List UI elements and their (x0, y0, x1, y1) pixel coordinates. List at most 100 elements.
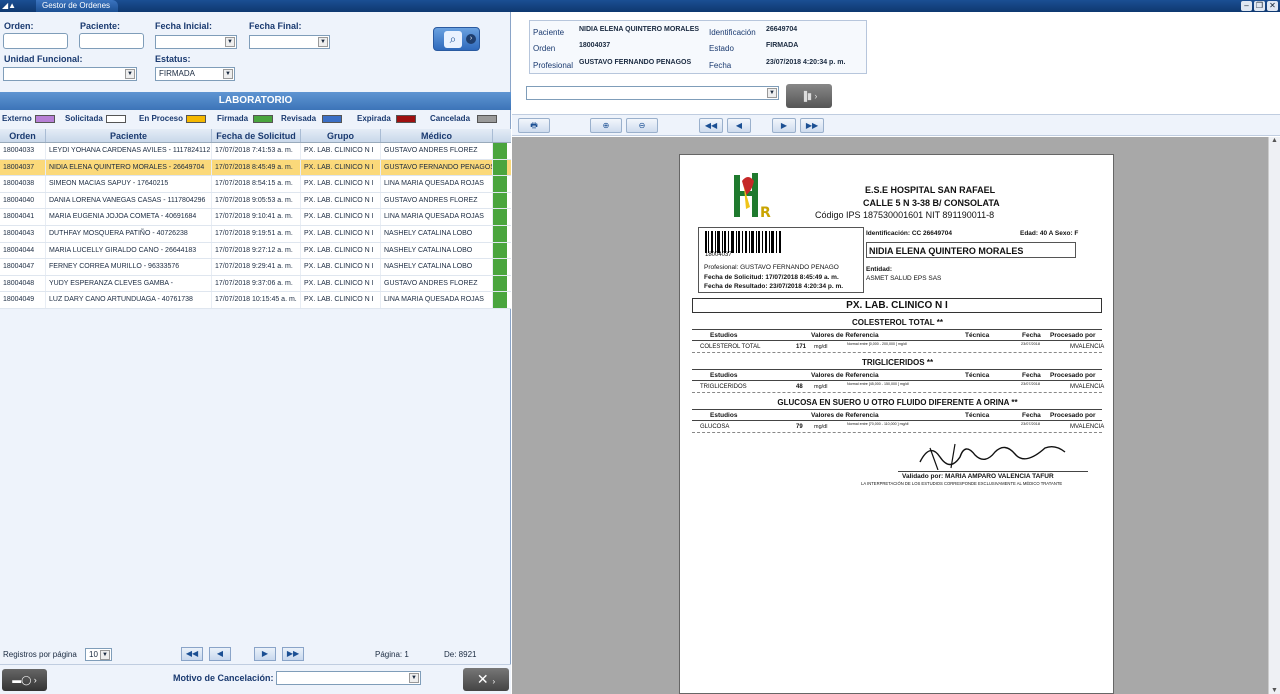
study-date: 23/07/2018 (1021, 422, 1041, 426)
last-page-button[interactable]: ▶▶ (282, 647, 304, 661)
report-patient-box: NIDIA ELENA QUINTERO MORALES (866, 242, 1076, 258)
restore-icon[interactable]: ❐ (1254, 1, 1265, 11)
status-indicator (493, 225, 507, 242)
dropdown-arrow-icon[interactable]: ▼ (767, 88, 777, 98)
status-indicator (493, 242, 507, 259)
legend-label: Firmada (217, 114, 249, 123)
study-value: 79 (796, 424, 803, 430)
col-fecha: Fecha (1022, 332, 1041, 339)
col-fecha: Fecha (1022, 372, 1041, 379)
status-legend: Externo Solicitada En Proceso Firmada Revisa… (0, 113, 511, 127)
section-divider (692, 420, 1102, 421)
search-icon: ⌕ (444, 31, 462, 48)
table-row[interactable]: 18004043 DUTHFAY MOSQUERA PATIÑO - 407262… (0, 225, 511, 243)
table-row[interactable]: 18004041 MARIA EUGENIA JOJOA COMETA - 406… (0, 209, 511, 226)
detail-fecha-value: 23/07/2018 4:20:34 p. m. (766, 59, 846, 66)
motivo-cancelacion-select[interactable]: ▼ (276, 671, 421, 685)
dropdown-arrow-icon[interactable]: ▼ (318, 37, 328, 47)
status-indicator (493, 143, 507, 159)
first-page-icon[interactable]: ◀◀ (699, 118, 723, 133)
prev-page-icon[interactable]: ◀ (727, 118, 751, 133)
table-row[interactable]: 18004047 FERNEY CORREA MURILLO - 96333576… (0, 259, 511, 276)
fecha-final-label: Fecha Final: (249, 21, 302, 31)
legend-swatch (35, 115, 55, 123)
toggle-switch[interactable]: ▬◯ › (2, 669, 47, 691)
next-page-icon[interactable]: ▶ (772, 118, 796, 133)
report-select[interactable]: ▼ (526, 86, 779, 100)
table-row[interactable]: 18004033 LEYDI YOHANA CARDENAS AVILES - 1… (0, 143, 511, 160)
detail-paciente-value: NIDIA ELENA QUINTERO MORALES (579, 26, 700, 33)
zoom-in-icon[interactable]: ⊕ (590, 118, 622, 133)
last-page-icon[interactable]: ▶▶ (800, 118, 824, 133)
table-row[interactable]: 18004037 NIDIA ELENA QUINTERO MORALES - 2… (0, 159, 511, 177)
search-button[interactable]: ⌕ › (433, 27, 480, 51)
study-name: COLESTEROL TOTAL (700, 344, 761, 350)
report-fecha-resultado: Fecha de Resultado: 23/07/2018 4:20:34 p… (704, 283, 844, 290)
col-orden[interactable]: Orden (0, 129, 46, 142)
print-icon[interactable]: 🖶 (518, 118, 550, 133)
cell-medico: NASHELY CATALINA LOBO (381, 242, 493, 259)
table-row[interactable]: 18004049 LUZ DARY CANO ARTUNDUAGA - 40761… (0, 292, 511, 309)
cell-medico: GUSTAVO FERNANDO PENAGOS (381, 159, 493, 176)
legend-swatch (186, 115, 206, 123)
detail-orden-value: 18004037 (579, 42, 611, 49)
estatus-select[interactable]: FIRMADA ▼ (155, 67, 235, 81)
close-icon[interactable]: ✕ (1267, 1, 1278, 11)
table-row[interactable]: 18004044 MARIA LUCELLY GIRALDO CANO - 266… (0, 242, 511, 260)
status-indicator (493, 259, 507, 275)
orders-panel: Orden: Paciente: Fecha Inicial: ▼ Fecha … (0, 12, 511, 694)
cell-orden: 18004044 (0, 242, 46, 259)
cell-grupo: PX. LAB. CLINICO N I (301, 259, 381, 275)
cell-grupo: PX. LAB. CLINICO N I (301, 275, 381, 292)
minimize-icon[interactable]: – (1241, 1, 1252, 11)
signature-line (898, 471, 1088, 472)
dropdown-arrow-icon[interactable]: ▼ (225, 37, 235, 47)
cell-fecha: 17/07/2018 7:41:53 a. m. (212, 143, 301, 159)
detail-estado-label: Estado (709, 44, 734, 53)
report-viewer[interactable]: R E.S.E HOSPITAL SAN RAFAEL CALLE 5 N 3-… (512, 137, 1268, 694)
motivo-cancelacion-label: Motivo de Cancelación: (173, 673, 274, 683)
detail-orden-label: Orden (533, 44, 556, 53)
paciente-label: Paciente: (80, 21, 121, 31)
window-tab[interactable]: Gestor de Ordenes (36, 0, 119, 12)
col-grupo[interactable]: Grupo (301, 129, 381, 142)
table-row[interactable]: 18004038 SIMEON MACIAS SAPUY - 17640215 17… (0, 176, 511, 193)
orden-input[interactable] (3, 33, 68, 49)
status-indicator (493, 176, 507, 192)
next-page-button[interactable]: ▶ (254, 647, 276, 661)
prev-page-button[interactable]: ◀ (209, 647, 231, 661)
study-processed-by: MVALENCIA (1070, 424, 1105, 430)
per-page-select[interactable]: 10 ▼ (85, 648, 112, 661)
zoom-out-icon[interactable]: ⊖ (626, 118, 658, 133)
fecha-inicial-picker[interactable]: ▼ (155, 35, 237, 49)
cancel-order-button[interactable]: ✕ › (463, 668, 509, 691)
total-records: De: 8921 (444, 650, 477, 659)
detail-identificacion-value: 26649704 (766, 26, 798, 33)
dropdown-arrow-icon[interactable]: ▼ (100, 650, 110, 660)
dropdown-arrow-icon[interactable]: ▼ (409, 673, 419, 683)
hospital-logo: R (734, 173, 771, 221)
generate-button[interactable]: ▐▮ › (786, 84, 832, 108)
report-group-box: PX. LAB. CLINICO N I (692, 298, 1102, 313)
col-medico[interactable]: Médico (381, 129, 493, 142)
dropdown-arrow-icon[interactable]: ▼ (223, 69, 233, 79)
table-row[interactable]: 18004048 YUDY ESPERANZA CLEVES GAMBA -17/… (0, 275, 511, 293)
section-title: TRIGLICERIDOS ** (861, 358, 934, 367)
viewer-scrollbar[interactable]: ▲ ▼ (1268, 137, 1280, 694)
fecha-final-picker[interactable]: ▼ (249, 35, 330, 49)
first-page-button[interactable]: ◀◀ (181, 647, 203, 661)
study-processed-by: MVALENCIA (1070, 344, 1105, 350)
report-disclaimer: LA INTERPRETACIÓN DE LOS ESTUDIOS CORRES… (861, 481, 1063, 486)
unidad-funcional-select[interactable]: ▼ (3, 67, 137, 81)
cell-orden: 18004048 (0, 275, 46, 292)
report-group: PX. LAB. CLINICO N I (846, 300, 948, 311)
col-status (493, 129, 507, 142)
table-header: Orden Paciente Fecha de Solicitud Grupo … (0, 129, 511, 143)
cell-grupo: PX. LAB. CLINICO N I (301, 209, 381, 225)
col-paciente[interactable]: Paciente (46, 129, 212, 142)
paciente-input[interactable] (79, 33, 144, 49)
col-fecha[interactable]: Fecha de Solicitud (212, 129, 301, 142)
dropdown-arrow-icon[interactable]: ▼ (125, 69, 135, 79)
report-fecha-solicitud: Fecha de Solicitud: 17/07/2018 8:45:49 a… (704, 274, 839, 281)
table-row[interactable]: 18004040 DANIA LORENA VANEGAS CASAS - 111… (0, 192, 511, 210)
